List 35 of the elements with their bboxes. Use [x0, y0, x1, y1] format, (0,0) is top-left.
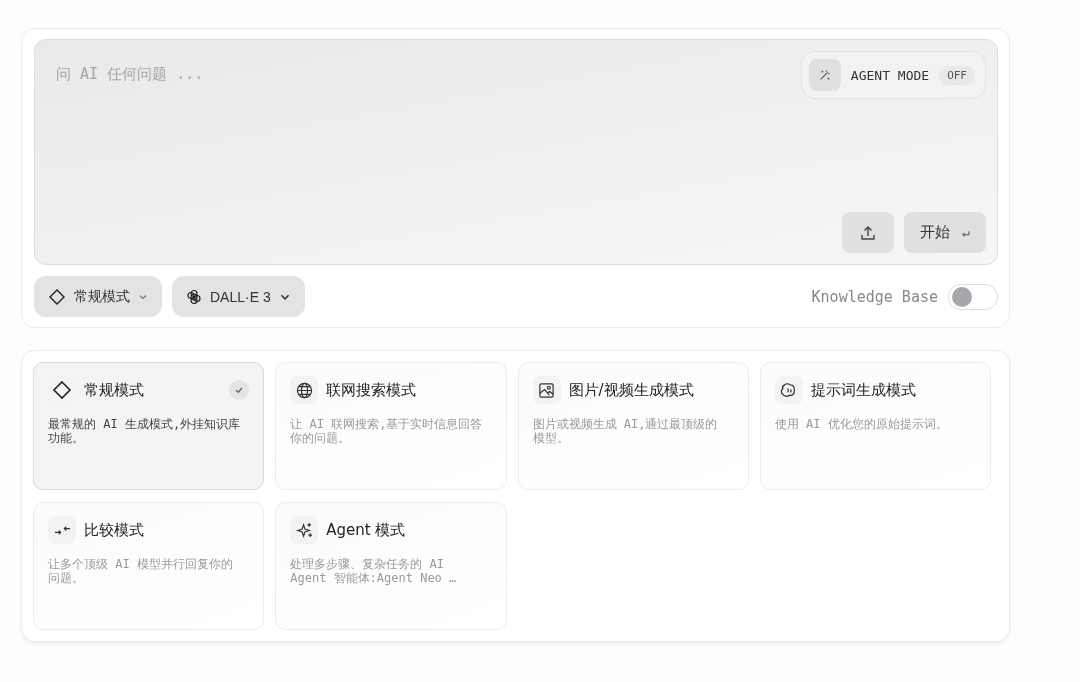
mode-card[interactable]: Agent 模式 处理多步骤、复杂任务的 AI Agent 智能体:Agent Neo … [275, 502, 507, 630]
mode-title: 常规模式 [84, 380, 145, 400]
globe-icon [290, 376, 319, 404]
start-button[interactable]: 开始 ↵ [904, 212, 986, 253]
mode-description: 处理多步骤、复杂任务的 AI Agent 智能体:Agent Neo … [290, 557, 458, 586]
mode-title: 联网搜索模式 [326, 380, 418, 400]
mode-card[interactable]: 常规模式 最常规的 AI 生成模式,外挂知识库功能。 [33, 362, 265, 490]
prompt-field[interactable]: 问 AI 任何问题 ... AGENT MODE OFF 开始 ↵ [34, 39, 998, 265]
diamond-icon [48, 287, 66, 306]
mode-title: 图片/视频生成模式 [568, 380, 695, 400]
magic-wand-icon [808, 59, 841, 91]
mode-description: 让 AI 联网搜索,基于实时信息回答你的问题。 [290, 417, 484, 446]
mode-card[interactable]: 图片/视频生成模式 图片或视频生成 AI,通过最顶级的模型。 [517, 362, 749, 490]
knowledge-base-label: Knowledge Base [811, 287, 938, 306]
mode-description: 图片或视频生成 AI,通过最顶级的模型。 [532, 417, 719, 446]
mode-title: 提示词生成模式 [810, 380, 917, 400]
agent-mode-state: OFF [939, 65, 975, 85]
check-icon [229, 380, 250, 400]
mode-description: 让多个顶级 AI 模型并行回复你的问题。 [48, 557, 234, 586]
mode-title: 比较模式 [84, 520, 145, 540]
mode-description: 最常规的 AI 生成模式,外挂知识库功能。 [48, 417, 242, 446]
mode-card[interactable]: 比较模式 让多个顶级 AI 模型并行回复你的问题。 [33, 502, 265, 630]
mode-dropdown[interactable]: 常规模式 [34, 276, 162, 317]
upload-button[interactable] [842, 212, 895, 253]
knowledge-base-switch[interactable] [948, 283, 998, 310]
image-icon [532, 376, 561, 404]
mode-description: 使用 AI 优化您的原始提示词。 [774, 417, 949, 432]
mode-card[interactable]: 联网搜索模式 让 AI 联网搜索,基于实时信息回答你的问题。 [275, 362, 507, 490]
knot-logo-icon [186, 288, 202, 305]
arrows-icon [48, 516, 76, 544]
agent-mode-toggle[interactable]: AGENT MODE OFF [800, 51, 986, 99]
model-dropdown[interactable]: DALL·E 3 [172, 276, 305, 317]
sparkles-icon [290, 516, 319, 544]
mode-card[interactable]: 提示词生成模式 使用 AI 优化您的原始提示词。 [759, 362, 991, 490]
mode-title: Agent 模式 [326, 520, 407, 540]
